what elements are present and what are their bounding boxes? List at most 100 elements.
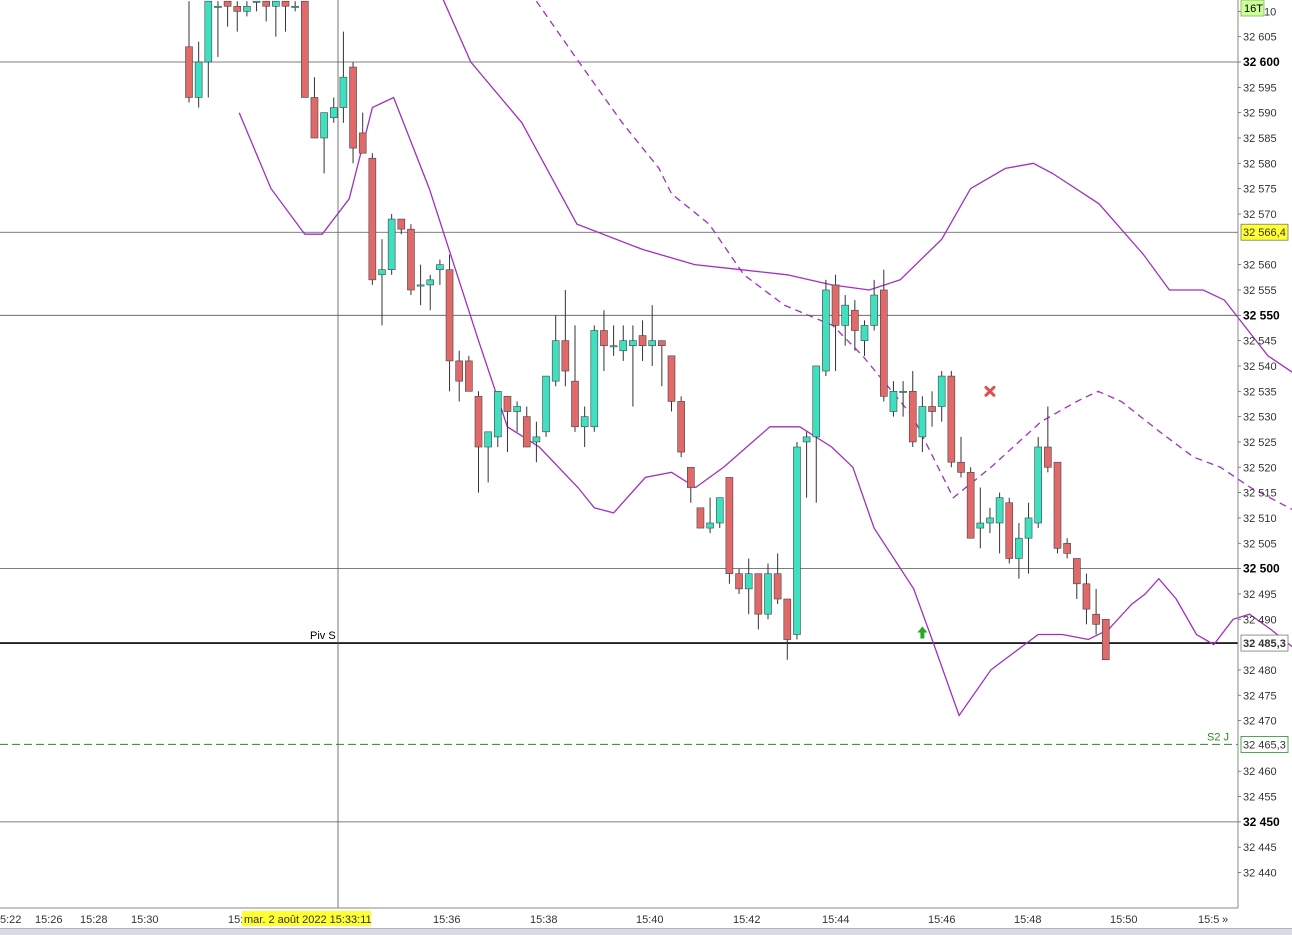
line-label-s2: S2 J [1207,731,1229,743]
y-tick-label: 10 [1264,6,1276,18]
candle-bull [378,269,386,276]
candle-bull [214,5,222,8]
candle-bear [638,335,647,346]
candle-bull [986,517,994,524]
x-tick-label: 5:22 [0,914,21,926]
candle-bear [1101,618,1110,661]
candle-bull [532,436,541,443]
timeframe-badge[interactable]: 16T [1244,3,1263,15]
candle-bull [580,416,589,428]
candle-bear [1063,542,1071,554]
y-tick-label: 32 540 [1243,361,1277,373]
upper-band-line [442,0,1292,373]
candle-bear [1073,558,1081,585]
y-tick-label: 32 545 [1243,336,1277,348]
candle-bull [194,61,203,98]
y-tick-label: 32 580 [1243,158,1277,170]
y-tick-label: 32 535 [1243,386,1277,398]
candle-bull [329,107,338,119]
y-tick-label: 32 470 [1243,716,1277,728]
candle-bear [928,406,936,412]
x-tick-label: 15:44 [822,914,850,926]
candle-bull [252,0,261,3]
candle-bear [300,0,309,98]
x-tick-label: 15:30 [131,914,159,926]
y-tick-label: 32 445 [1243,842,1277,854]
candle-bear [957,461,965,473]
candle-bear [1053,461,1062,549]
candle-bear [725,477,734,574]
candle-bull [272,0,280,7]
candle-bear [368,157,377,281]
candle-bear [397,218,406,230]
candle-bull [426,279,435,286]
y-tick-label: 32 500 [1243,562,1280,576]
y-tick-label: 32 475 [1243,690,1277,702]
x-tick-label: 15:28 [80,914,108,926]
y-tick-label: 32 555 [1243,285,1277,297]
candle-bull [551,340,560,382]
x-tick-label: 15:40 [636,914,664,926]
price-badge: 32 485,3 [1243,638,1286,650]
candle-bear [1092,613,1100,625]
candle-bear [696,507,705,529]
candle-bull [629,340,637,346]
signals-layer [917,385,996,639]
candle-bear [223,0,232,7]
y-tick-label: 32 450 [1243,815,1280,829]
y-tick-label: 32 440 [1243,868,1277,880]
y-tick-label: 32 455 [1243,792,1277,804]
candle-bear [879,289,888,397]
line-label-pivot: Piv S [310,630,336,642]
candle-bull [339,76,348,108]
candle-bear [310,97,319,139]
candle-bull [889,390,898,412]
candle-bear [262,0,271,7]
candle-bull [436,264,444,271]
candle-bull [609,345,618,348]
candle-bear [474,396,483,448]
candle-bull [802,436,811,443]
candle-bull [793,446,801,635]
candle-bull [1024,517,1033,539]
y-tick-label: 32 560 [1243,260,1277,272]
price-chart[interactable]: Piv S S2 J 10 32 605 32 600 32 595 32 590 32 5… [0,0,1292,934]
y-tick-label: 32 585 [1243,133,1277,145]
x-tick-label: 15:42 [733,914,761,926]
candle-bull [542,375,550,433]
candle-bull [976,522,985,529]
candle-bull [899,390,907,393]
y-tick-label: 32 480 [1243,665,1277,677]
candle-bull [243,5,251,12]
candle-bear [445,269,454,362]
y-tick-label: 32 505 [1243,538,1277,550]
candle-bear [407,228,415,291]
candle-bull [860,325,869,341]
y-tick-label: 32 510 [1243,513,1277,525]
x-tick-label: 15:38 [530,914,558,926]
candle-bear [358,132,367,154]
x-tick-label: 15:5 [1198,914,1219,926]
x-tick-label: 15:50 [1110,914,1138,926]
y-tick-label: 32 460 [1243,766,1277,778]
buy-signal-arrow-icon [917,626,928,639]
candle-bear [851,309,859,331]
candle-bull [870,294,878,326]
y-tick-label: 32 490 [1243,614,1277,626]
candle-bear [571,380,579,428]
lower-band-line [238,96,1292,717]
crosshair-time-label: mar. 2 août 2022 15:33:11 [244,914,372,926]
candle-bear [754,573,763,615]
candle-bull [204,0,213,63]
candle-bull [291,5,299,8]
y-tick-label: 32 495 [1243,589,1277,601]
candle-bull [619,340,628,352]
y-tick-label: 32 590 [1243,108,1277,120]
y-tick-label: 32 550 [1243,308,1280,322]
x-tick-label: 15:36 [433,914,461,926]
y-tick-label: 32 595 [1243,82,1277,94]
y-tick-label: 32 575 [1243,184,1277,196]
time-axis[interactable]: 5:22 15:26 15:28 15:30 15: 15:36 15:38 15:40 15:… [0,914,1219,926]
candle-bull [764,573,772,615]
scroll-right-button[interactable]: » [1222,914,1228,926]
